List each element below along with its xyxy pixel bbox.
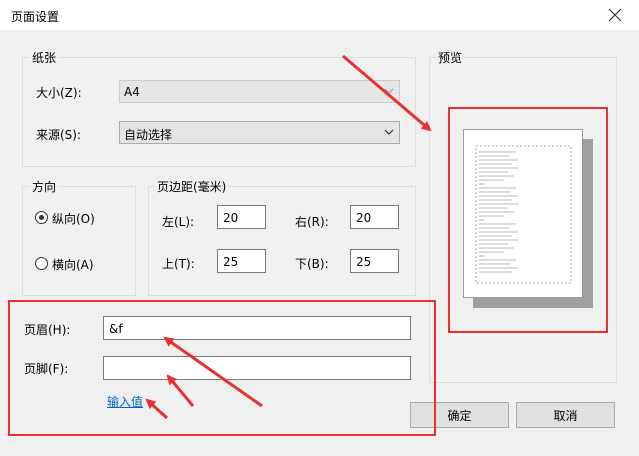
top-margin-label: 上(T): [162,257,195,271]
orientation-group-label: 方向 [30,178,59,195]
bottom-margin-label: 下(B): [295,257,329,271]
paper-size-label: 大小(Z): [36,86,82,100]
margins-group [148,186,416,296]
paper-group-label: 纸张 [30,49,59,66]
portrait-label: 纵向(O) [52,212,95,226]
landscape-radio[interactable] [35,257,48,270]
left-margin-input[interactable]: 20 [217,205,266,229]
cancel-button[interactable]: 取消 [516,402,615,428]
left-margin-value: 20 [223,211,239,225]
right-margin-label: 右(R): [295,215,329,229]
paper-group [22,57,416,167]
margins-group-label: 页边距(毫米) [155,178,229,195]
orientation-group [22,186,136,296]
chevron-down-icon [384,129,394,135]
close-button[interactable] [601,2,629,28]
bottom-margin-input[interactable]: 25 [350,249,399,273]
left-margin-label: 左(L): [162,215,195,229]
right-margin-input[interactable]: 20 [350,205,399,229]
paper-size-value: A4 [124,85,140,99]
paper-source-select[interactable]: 自动选择 [119,121,400,144]
landscape-label: 横向(A) [52,258,94,272]
dialog-title: 页面设置 [11,10,60,24]
paper-source-value: 自动选择 [124,128,173,142]
preview-group-label: 预览 [436,49,465,66]
top-margin-input[interactable]: 25 [217,249,266,273]
portrait-radio[interactable] [35,211,48,224]
title-bar: 页面设置 [0,0,639,30]
close-icon [608,8,622,22]
page-setup-dialog: 页面设置 纸张 大小(Z): A4 来源(S): 自动选择 方向 纵向(O) 横… [0,0,639,456]
right-margin-value: 20 [356,211,372,225]
paper-source-label: 来源(S): [36,128,82,142]
top-margin-value: 25 [223,255,239,269]
chevron-down-icon [384,88,394,94]
annotation-box-header-footer [8,300,436,436]
paper-size-select[interactable]: A4 [119,80,400,103]
annotation-box-preview [448,107,608,333]
bottom-margin-value: 25 [356,255,372,269]
